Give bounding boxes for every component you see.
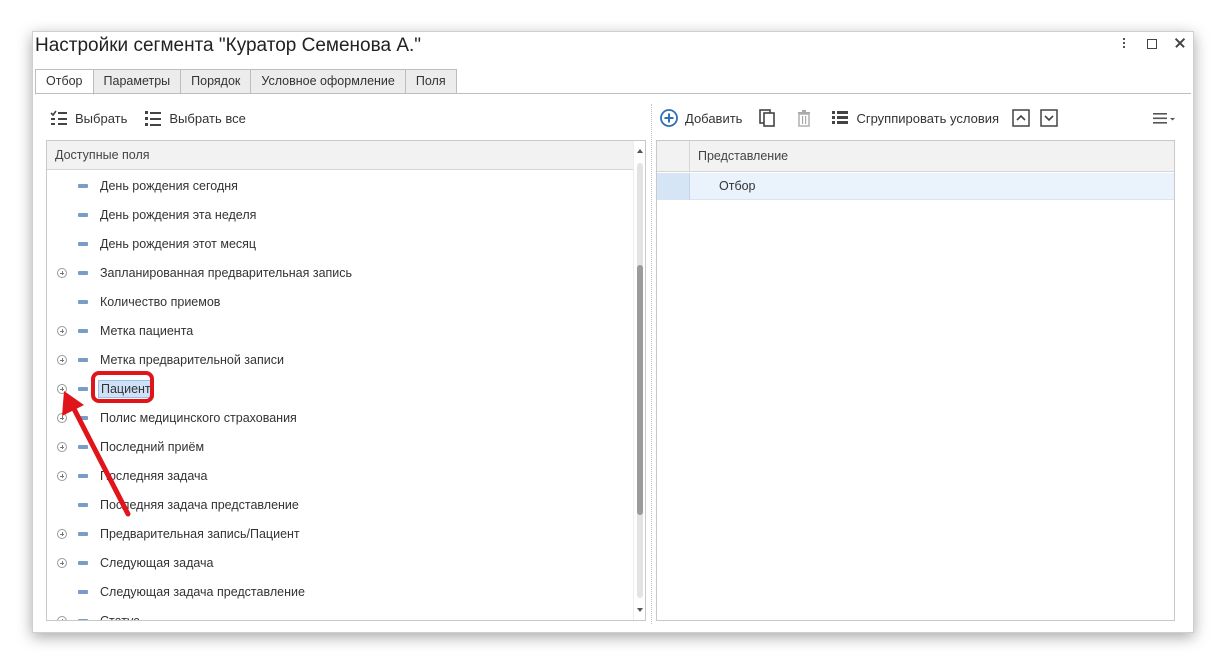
- annotation-arrow: [62, 391, 131, 517]
